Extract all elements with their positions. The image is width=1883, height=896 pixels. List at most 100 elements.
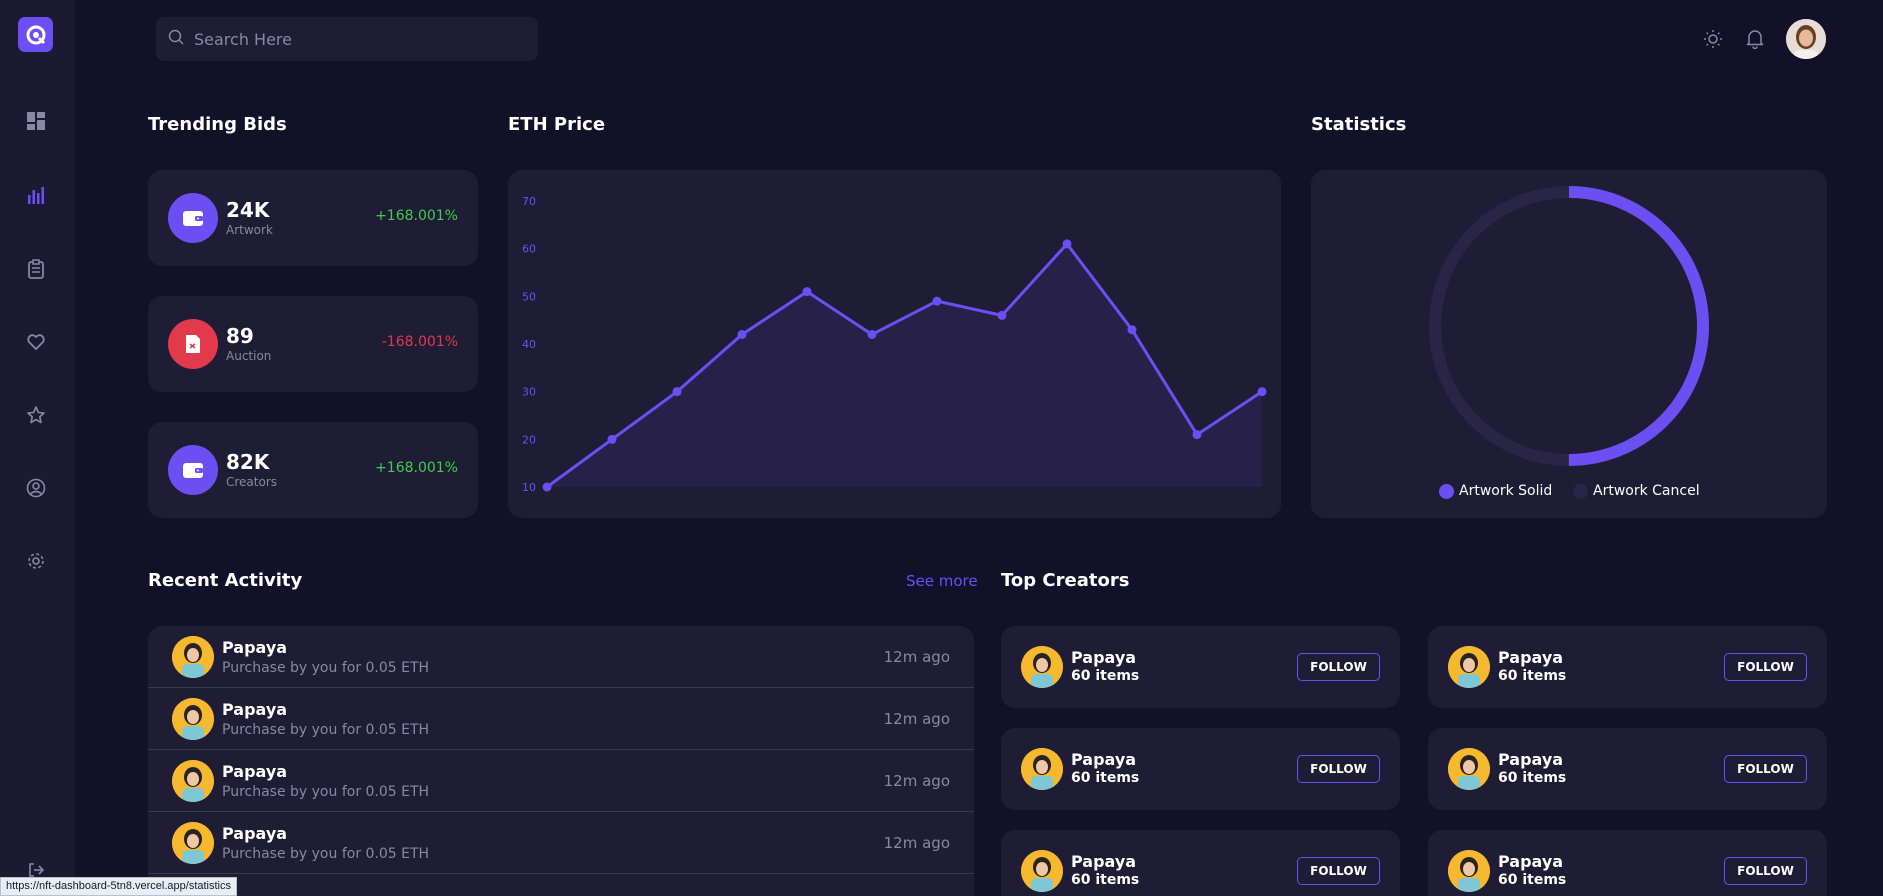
creator-name: Papaya	[1071, 750, 1137, 769]
eth-data-point	[1062, 239, 1072, 249]
creator-items: 60 items	[1071, 872, 1140, 888]
creator-card[interactable]: Papaya 60 items FOLLOW	[1428, 626, 1827, 708]
bid-label: Artwork	[226, 223, 273, 237]
legend-artwork-solid[interactable]: Artwork Solid	[1439, 483, 1552, 499]
bid-label: Auction	[226, 349, 272, 363]
statistics-donut-chart	[1429, 186, 1709, 466]
recent-activity-title: Recent Activity	[148, 570, 303, 591]
bid-change: +168.001%	[375, 460, 458, 476]
eth-data-point	[737, 329, 747, 339]
notification-bell-icon[interactable]	[1744, 28, 1766, 50]
follow-button[interactable]: FOLLOW	[1297, 857, 1380, 885]
y-tick-label: 30	[522, 386, 536, 399]
bid-card-creators[interactable]: 82K Creators +168.001%	[148, 422, 478, 518]
eth-price-chart: 10 20 30 40 50 60 70	[522, 195, 1267, 494]
bid-value: 24K	[226, 198, 270, 222]
creator-card[interactable]: Papaya 60 items FOLLOW	[1001, 830, 1400, 896]
creator-name: Papaya	[1071, 648, 1137, 667]
activity-row[interactable]: Papaya Purchase by you for 0.05 ETH 12m …	[148, 688, 974, 750]
creator-items: 60 items	[1071, 770, 1140, 786]
app-logo-icon[interactable]	[18, 17, 53, 52]
y-tick-label: 60	[522, 243, 536, 256]
activity-name: Papaya	[222, 638, 288, 657]
sidebar	[0, 0, 75, 896]
star-icon[interactable]	[23, 402, 49, 428]
statistics-title: Statistics	[1311, 114, 1407, 135]
bid-value: 82K	[226, 450, 270, 474]
gear-icon[interactable]	[23, 548, 49, 574]
activity-desc: Purchase by you for 0.05 ETH	[222, 846, 430, 862]
clipboard-icon[interactable]	[23, 256, 49, 282]
eth-data-point	[672, 387, 682, 397]
creator-name: Papaya	[1498, 750, 1564, 769]
creator-avatar	[1448, 850, 1490, 892]
legend-dot	[1573, 483, 1588, 499]
activity-desc: Purchase by you for 0.05 ETH	[222, 660, 430, 676]
follow-button[interactable]: FOLLOW	[1724, 857, 1807, 885]
legend-label: Artwork Solid	[1459, 483, 1553, 499]
eth-price-chart-card: 10 20 30 40 50 60 70	[508, 170, 1281, 518]
statistics-card: Artwork Solid Artwork Cancel	[1311, 170, 1827, 518]
bid-change: -168.001%	[381, 334, 458, 350]
creator-items: 60 items	[1498, 770, 1567, 786]
search-input[interactable]	[194, 29, 494, 49]
follow-button[interactable]: FOLLOW	[1297, 755, 1380, 783]
follow-button[interactable]: FOLLOW	[1724, 755, 1807, 783]
y-tick-label: 10	[522, 481, 536, 494]
activity-row[interactable]: Papaya Purchase by you for 0.05 ETH 12m …	[148, 626, 974, 688]
bid-label: Creators	[226, 475, 278, 489]
follow-button[interactable]: FOLLOW	[1297, 653, 1380, 681]
activity-name: Papaya	[222, 700, 288, 719]
follow-button[interactable]: FOLLOW	[1724, 653, 1807, 681]
creator-avatar	[172, 698, 214, 740]
heart-icon[interactable]	[23, 329, 49, 355]
creator-name: Papaya	[1498, 852, 1564, 871]
search-icon	[168, 29, 184, 49]
creator-card[interactable]: Papaya 60 items FOLLOW	[1428, 830, 1827, 896]
creator-items: 60 items	[1498, 668, 1567, 684]
y-tick-label: 40	[522, 338, 536, 351]
bid-card-auction[interactable]: 89 Auction -168.001%	[148, 296, 478, 392]
eth-data-point	[1192, 430, 1202, 440]
creator-avatar	[172, 636, 214, 678]
activity-time: 12m ago	[883, 648, 950, 666]
creator-card[interactable]: Papaya 60 items FOLLOW	[1001, 728, 1400, 810]
activity-row[interactable]: Papaya Purchase by you for 0.05 ETH 12m …	[148, 750, 974, 812]
eth-data-point	[1127, 325, 1137, 335]
browser-status-url: https://nft-dashboard-5tn8.vercel.app/st…	[0, 877, 238, 896]
activity-desc: Purchase by you for 0.05 ETH	[222, 784, 430, 800]
eth-data-point	[607, 434, 617, 444]
see-more-link[interactable]: See more	[906, 572, 978, 590]
bar-chart-icon[interactable]	[23, 182, 49, 208]
search-bar[interactable]	[156, 17, 538, 61]
user-avatar[interactable]	[1786, 19, 1826, 59]
creator-card[interactable]: Papaya 60 items FOLLOW	[1001, 626, 1400, 708]
legend-label: Artwork Cancel	[1593, 483, 1700, 499]
eth-data-point	[1257, 387, 1267, 397]
user-icon[interactable]	[23, 475, 49, 501]
creator-avatar	[1021, 850, 1063, 892]
theme-toggle-sun-icon[interactable]	[1702, 28, 1724, 50]
top-creators-title: Top Creators	[1001, 570, 1130, 591]
activity-time: 12m ago	[883, 710, 950, 728]
creator-items: 60 items	[1071, 668, 1140, 684]
y-tick-label: 20	[522, 433, 536, 446]
activity-desc: Purchase by you for 0.05 ETH	[222, 722, 430, 738]
creator-avatar	[1448, 646, 1490, 688]
creator-avatar	[1448, 748, 1490, 790]
eth-data-point	[997, 310, 1007, 320]
dashboard-icon[interactable]	[23, 108, 49, 134]
y-tick-label: 50	[522, 290, 536, 303]
activity-list: Papaya Purchase by you for 0.05 ETH 12m …	[148, 626, 974, 896]
wallet-icon	[168, 445, 218, 495]
activity-row[interactable]: Papaya Purchase by you for 0.05 ETH 12m …	[148, 812, 974, 874]
bid-card-artwork[interactable]: 24K Artwork +168.001%	[148, 170, 478, 266]
activity-name: Papaya	[222, 762, 288, 781]
document-icon	[168, 319, 218, 369]
eth-data-point	[867, 329, 877, 339]
legend-dot	[1439, 483, 1454, 499]
creator-name: Papaya	[1071, 852, 1137, 871]
bid-change: +168.001%	[375, 208, 458, 224]
creator-card[interactable]: Papaya 60 items FOLLOW	[1428, 728, 1827, 810]
legend-artwork-cancel[interactable]: Artwork Cancel	[1573, 483, 1700, 499]
